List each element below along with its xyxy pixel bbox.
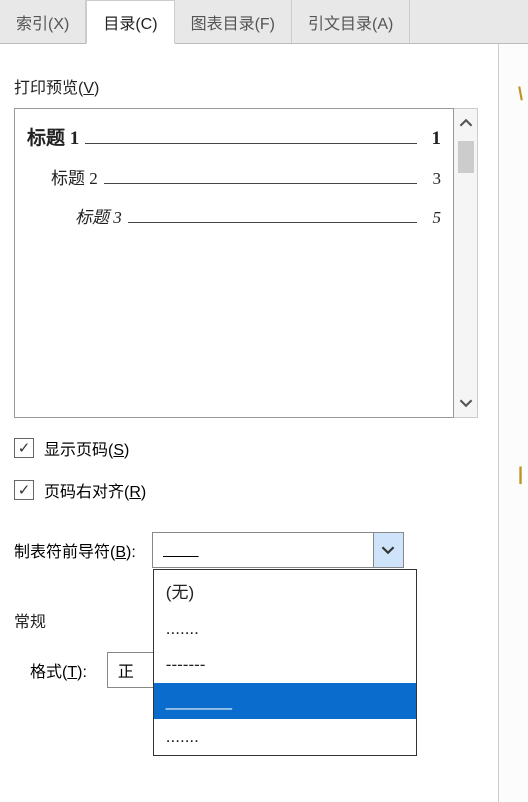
tab-bar: 索引(X) 目录(C) 图表目录(F) 引文目录(A)	[0, 0, 528, 44]
tab-leader-label: 制表符前导符(B):	[14, 538, 136, 562]
print-preview-label: 打印预览(V)	[14, 74, 514, 98]
scroll-thumb[interactable]	[458, 141, 474, 173]
toc-entry: 标题 2 3	[51, 164, 441, 189]
scroll-track[interactable]	[454, 137, 477, 389]
tab-leader-input[interactable]	[153, 535, 373, 565]
right-align-page-numbers-checkbox[interactable]: ✓	[14, 480, 34, 500]
print-preview-box: 标题 1 1 标题 2 3 标题 3 5	[14, 108, 454, 418]
format-label: 格式(T):	[30, 658, 87, 682]
scroll-down-icon[interactable]	[454, 389, 477, 417]
toc-leader	[128, 222, 417, 223]
show-page-numbers-checkbox[interactable]: ✓	[14, 438, 34, 458]
toc-page: 5	[423, 208, 441, 228]
right-panel-edge: \ |	[498, 44, 528, 802]
scroll-up-icon[interactable]	[454, 109, 477, 137]
dialog-content: 打印预览(V) 标题 1 1 标题 2 3 标题 3 5	[0, 44, 528, 688]
show-page-numbers-label: 显示页码(S)	[44, 436, 129, 460]
toc-title: 标题 2	[51, 164, 98, 189]
toc-page: 1	[423, 128, 441, 150]
preview-scrollbar[interactable]	[454, 108, 478, 418]
dropdown-option-dots[interactable]: .......	[154, 611, 416, 647]
tab-leader-dropdown-list: (无) ....... ------- _______ .......	[153, 569, 417, 756]
dropdown-option-underscore[interactable]: _______	[154, 683, 416, 719]
toc-entry: 标题 1 1	[27, 123, 441, 150]
dropdown-option-none[interactable]: (无)	[154, 570, 416, 611]
dropdown-option-dashes[interactable]: -------	[154, 647, 416, 683]
toc-title: 标题 3	[75, 203, 122, 228]
tab-leader-combo[interactable]: (无) ....... ------- _______ .......	[152, 532, 404, 568]
chevron-down-icon	[381, 543, 395, 557]
marker-icon: |	[518, 464, 523, 485]
toc-leader	[85, 143, 417, 144]
toc-title: 标题 1	[27, 123, 79, 150]
right-align-page-numbers-label: 页码右对齐(R)	[44, 478, 146, 502]
tab-citations[interactable]: 引文目录(A)	[292, 0, 410, 43]
tab-leader-dropdown-button[interactable]	[373, 533, 403, 567]
tab-figures[interactable]: 图表目录(F)	[175, 0, 292, 43]
tab-toc[interactable]: 目录(C)	[86, 0, 174, 44]
marker-icon: \	[518, 84, 523, 105]
tab-index[interactable]: 索引(X)	[0, 0, 86, 43]
toc-page: 3	[423, 169, 441, 189]
toc-leader	[104, 183, 417, 184]
toc-entry: 标题 3 5	[75, 203, 441, 228]
dropdown-option-dots2[interactable]: .......	[154, 719, 416, 755]
